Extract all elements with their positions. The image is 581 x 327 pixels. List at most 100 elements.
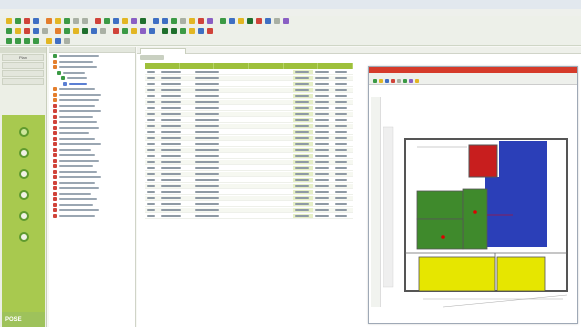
report-icon[interactable] xyxy=(238,18,244,24)
table-row[interactable] xyxy=(145,172,353,177)
tree-item[interactable] xyxy=(49,191,135,196)
save-icon[interactable] xyxy=(24,18,30,24)
marker[interactable] xyxy=(441,235,445,239)
tree-item[interactable] xyxy=(49,125,135,130)
tree-item[interactable] xyxy=(49,158,135,163)
layer-icon[interactable] xyxy=(409,79,413,83)
nav-tab-2[interactable] xyxy=(2,62,44,69)
zone-icon[interactable] xyxy=(82,28,88,34)
layers-icon[interactable] xyxy=(207,18,213,24)
tree-item[interactable] xyxy=(49,164,135,169)
zone-blue[interactable] xyxy=(485,177,547,247)
redo-icon[interactable] xyxy=(82,18,88,24)
zone-red[interactable] xyxy=(468,144,498,178)
folder-icon[interactable] xyxy=(122,18,128,24)
table-row[interactable] xyxy=(145,88,353,93)
tree-item[interactable] xyxy=(49,76,135,81)
floor-plan-canvas[interactable] xyxy=(383,87,577,321)
zone-green[interactable] xyxy=(416,218,464,250)
green-fill-2-icon[interactable] xyxy=(171,28,177,34)
rotate-icon[interactable] xyxy=(24,28,30,34)
table-row[interactable] xyxy=(145,178,353,183)
print-icon[interactable] xyxy=(33,18,39,24)
tree-item[interactable] xyxy=(49,87,135,92)
nav-tab-3[interactable] xyxy=(2,70,44,77)
help-icon[interactable] xyxy=(283,18,289,24)
plan-icon[interactable] xyxy=(140,18,146,24)
tree-item[interactable] xyxy=(49,213,135,218)
measure-icon[interactable] xyxy=(397,79,401,83)
tree-item[interactable] xyxy=(49,153,135,158)
green-fill-icon[interactable] xyxy=(162,28,168,34)
table-row[interactable] xyxy=(145,94,353,99)
options-icon[interactable] xyxy=(64,37,70,44)
table-row[interactable] xyxy=(145,82,353,87)
room-icon[interactable] xyxy=(73,28,79,34)
tree-item[interactable] xyxy=(49,109,135,114)
table-row[interactable] xyxy=(145,214,353,219)
red-fill-icon[interactable] xyxy=(207,28,213,34)
pan-icon[interactable] xyxy=(42,28,48,34)
tree-item[interactable] xyxy=(49,120,135,125)
table-row[interactable] xyxy=(145,106,353,111)
nav-button-2[interactable] xyxy=(18,169,29,181)
zoom-in-icon[interactable] xyxy=(153,18,159,24)
tree-item[interactable] xyxy=(49,180,135,185)
tree-item[interactable] xyxy=(49,202,135,207)
copy-icon[interactable] xyxy=(55,18,61,24)
bookmark-icon[interactable] xyxy=(46,37,52,44)
flag-icon[interactable] xyxy=(256,18,262,24)
tree-item[interactable] xyxy=(49,186,135,191)
delete-icon[interactable] xyxy=(95,18,101,24)
table-icon[interactable] xyxy=(229,18,235,24)
tree-item[interactable] xyxy=(49,114,135,119)
add-icon[interactable] xyxy=(104,18,110,24)
nav-button-1[interactable] xyxy=(18,148,29,160)
table-row[interactable] xyxy=(145,118,353,123)
yellow-fill-icon[interactable] xyxy=(189,28,195,34)
table-row[interactable] xyxy=(145,112,353,117)
tree-item[interactable] xyxy=(49,175,135,180)
table-row[interactable] xyxy=(145,70,353,75)
alert-icon[interactable] xyxy=(198,18,204,24)
print-icon[interactable] xyxy=(415,79,419,83)
table-row[interactable] xyxy=(145,76,353,81)
nav-button-3[interactable] xyxy=(18,190,29,202)
tree-item[interactable] xyxy=(49,92,135,97)
tree-item[interactable] xyxy=(49,54,135,59)
table-row[interactable] xyxy=(145,148,353,153)
tree-item[interactable] xyxy=(49,98,135,103)
light-fill-icon[interactable] xyxy=(180,28,186,34)
zoom-out-icon[interactable] xyxy=(162,18,168,24)
zone-green[interactable] xyxy=(462,188,488,250)
draw-icon[interactable] xyxy=(55,28,61,34)
tab-active[interactable] xyxy=(140,48,186,54)
sort-icon[interactable] xyxy=(189,18,195,24)
view-icon[interactable] xyxy=(55,37,61,44)
tree-item-selected[interactable] xyxy=(49,81,135,86)
table-row[interactable] xyxy=(145,130,353,135)
next-icon[interactable] xyxy=(24,37,30,44)
pan-icon[interactable] xyxy=(385,79,389,83)
table-row[interactable] xyxy=(145,124,353,129)
table-row[interactable] xyxy=(145,190,353,195)
move-icon[interactable] xyxy=(15,28,21,34)
door-icon[interactable] xyxy=(91,28,97,34)
blue-fill-icon[interactable] xyxy=(198,28,204,34)
tree-item[interactable] xyxy=(49,147,135,152)
tree-item[interactable] xyxy=(49,103,135,108)
tree-item[interactable] xyxy=(49,131,135,136)
table-row[interactable] xyxy=(145,208,353,213)
prev-icon[interactable] xyxy=(15,37,21,44)
properties-icon[interactable] xyxy=(113,18,119,24)
table-row[interactable] xyxy=(145,202,353,207)
nav-tab-4[interactable] xyxy=(2,78,44,85)
table-row[interactable] xyxy=(145,160,353,165)
wall-icon[interactable] xyxy=(100,28,106,34)
paste-icon[interactable] xyxy=(64,18,70,24)
nav-button-0[interactable] xyxy=(18,127,29,139)
tree-item[interactable] xyxy=(49,65,135,70)
table-row[interactable] xyxy=(145,142,353,147)
new-icon[interactable] xyxy=(6,18,12,24)
select-icon[interactable] xyxy=(373,79,377,83)
